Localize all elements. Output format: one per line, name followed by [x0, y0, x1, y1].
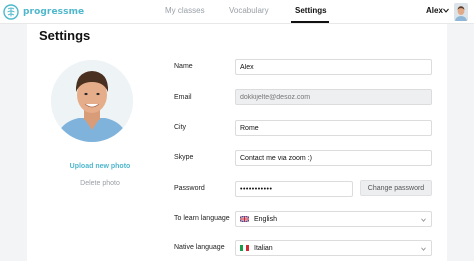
logo[interactable]: progressme	[3, 3, 84, 21]
native-language-label: Native language	[174, 244, 225, 251]
upload-photo-link[interactable]: Upload new photo	[27, 163, 173, 170]
profile-photo	[51, 60, 133, 142]
learn-language-label: To learn language	[174, 215, 230, 222]
nav-vocabulary[interactable]: Vocabulary	[229, 6, 269, 15]
chevron-down-icon[interactable]	[443, 8, 449, 13]
brain-logo-icon	[3, 4, 19, 20]
avatar[interactable]	[454, 3, 468, 21]
active-tab-indicator	[291, 21, 329, 23]
chevron-down-icon	[421, 247, 426, 251]
nav-my-classes[interactable]: My classes	[165, 6, 205, 15]
page-title: Settings	[39, 28, 91, 43]
learn-language-value: English	[254, 215, 277, 223]
delete-photo-link[interactable]: Delete photo	[27, 180, 173, 187]
city-label: City	[174, 124, 187, 131]
password-field[interactable]	[235, 181, 353, 197]
nav-settings[interactable]: Settings	[295, 6, 327, 15]
change-password-button[interactable]: Change password	[360, 180, 432, 196]
uk-flag-icon	[240, 216, 249, 222]
native-language-select[interactable]: Italian	[235, 240, 432, 256]
skype-field[interactable]	[235, 150, 432, 166]
city-field[interactable]	[235, 120, 432, 136]
italy-flag-icon	[240, 245, 249, 251]
native-language-value: Italian	[254, 244, 273, 252]
name-field[interactable]	[235, 59, 432, 75]
learn-language-select[interactable]: English	[235, 211, 432, 227]
name-label: Name	[174, 63, 193, 70]
email-label: Email	[174, 94, 192, 101]
password-label: Password	[174, 185, 205, 192]
skype-label: Skype	[174, 154, 194, 161]
user-menu-name[interactable]: Alex	[426, 6, 443, 15]
chevron-down-icon	[421, 218, 426, 222]
email-field	[235, 89, 432, 105]
app-name: progressme	[23, 7, 85, 17]
top-navigation-bar: progressme My classes Vocabulary Setting…	[0, 0, 474, 24]
settings-card: Settings Upload new photo Delete photo N…	[27, 24, 447, 261]
